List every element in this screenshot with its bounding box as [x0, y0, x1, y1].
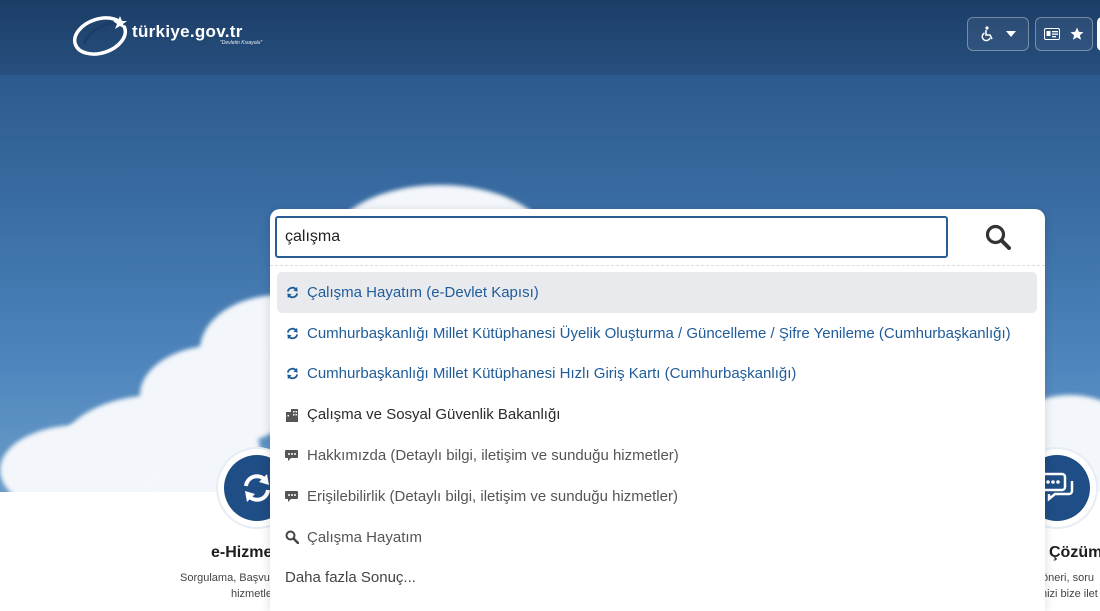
search-panel: Çalışma Hayatım (e-Devlet Kapısı) Cumhur… — [270, 209, 1045, 611]
search-input[interactable] — [275, 216, 948, 258]
accessibility-button[interactable] — [967, 17, 1029, 51]
refresh-icon — [285, 326, 299, 340]
suggestion-label: Çalışma Hayatım — [307, 528, 423, 546]
suggestion-item[interactable]: Hakkımızda (Detaylı bilgi, iletişim ve s… — [277, 435, 1037, 476]
solution-title: Çözüm — [1049, 544, 1100, 561]
refresh-icon — [285, 367, 299, 381]
solution-desc-line2: nizi bize ilet — [1041, 588, 1098, 600]
suggestion-label: Çalışma ve Sosyal Güvenlik Bakanlığı — [307, 406, 561, 424]
suggestion-label: Hakkımızda (Detaylı bilgi, iletişim ve s… — [307, 447, 679, 465]
suggestion-item[interactable]: Çalışma ve Sosyal Güvenlik Bakanlığı — [277, 394, 1037, 435]
logo[interactable]: türkiye.gov.tr "Devletin Kısayolu" — [70, 10, 275, 60]
more-results-link[interactable]: Daha fazla Sonuç... — [277, 558, 1037, 599]
search-icon — [985, 224, 1011, 250]
suggestion-item[interactable]: Cumhurbaşkanlığı Millet Kütüphanesi Üyel… — [277, 313, 1037, 354]
search-icon — [285, 530, 299, 545]
wheelchair-icon — [981, 26, 993, 42]
chevron-down-icon — [1006, 31, 1016, 37]
solution-desc-line1: öneri, soru — [1042, 572, 1094, 584]
search-button[interactable] — [970, 219, 1026, 255]
suggestion-item[interactable]: Cumhurbaşkanlığı Millet Kütüphanesi Hızl… — [277, 354, 1037, 395]
search-divider — [270, 265, 1045, 266]
chat-icon — [285, 449, 299, 463]
chat-icon — [285, 489, 299, 503]
refresh-icon — [285, 285, 299, 299]
logo-text: türkiye.gov.tr — [132, 22, 243, 41]
id-favorites-button[interactable] — [1035, 17, 1093, 51]
suggestion-label: Erişilebilirlik (Detaylı bilgi, iletişim… — [307, 487, 678, 505]
suggestion-item[interactable]: Çalışma Hayatım — [277, 517, 1037, 558]
site-header: türkiye.gov.tr "Devletin Kısayolu" — [0, 0, 1100, 75]
logo-emblem-icon — [72, 16, 128, 56]
search-suggestions: Çalışma Hayatım (e-Devlet Kapısı) Cumhur… — [277, 272, 1037, 598]
e-services-desc-line1: Sorgulama, Başvu — [180, 572, 270, 584]
more-results-label: Daha fazla Sonuç... — [285, 569, 416, 587]
refresh-icon — [244, 474, 270, 502]
suggestion-label: Cumhurbaşkanlığı Millet Kütüphanesi Hızl… — [307, 365, 797, 383]
star-icon — [1070, 27, 1084, 40]
suggestion-item[interactable]: Çalışma Hayatım (e-Devlet Kapısı) — [277, 272, 1037, 313]
building-icon — [285, 408, 299, 422]
logo-tagline: "Devletin Kısayolu" — [220, 40, 263, 46]
e-services-desc-line2: hizmetle — [231, 588, 272, 600]
e-services-title: e-Hizme — [211, 544, 273, 561]
suggestion-label: Cumhurbaşkanlığı Millet Kütüphanesi Üyel… — [307, 324, 1011, 342]
suggestion-item[interactable]: Erişilebilirlik (Detaylı bilgi, iletişim… — [277, 476, 1037, 517]
suggestion-label: Çalışma Hayatım (e-Devlet Kapısı) — [307, 283, 539, 301]
id-card-icon — [1044, 28, 1060, 40]
